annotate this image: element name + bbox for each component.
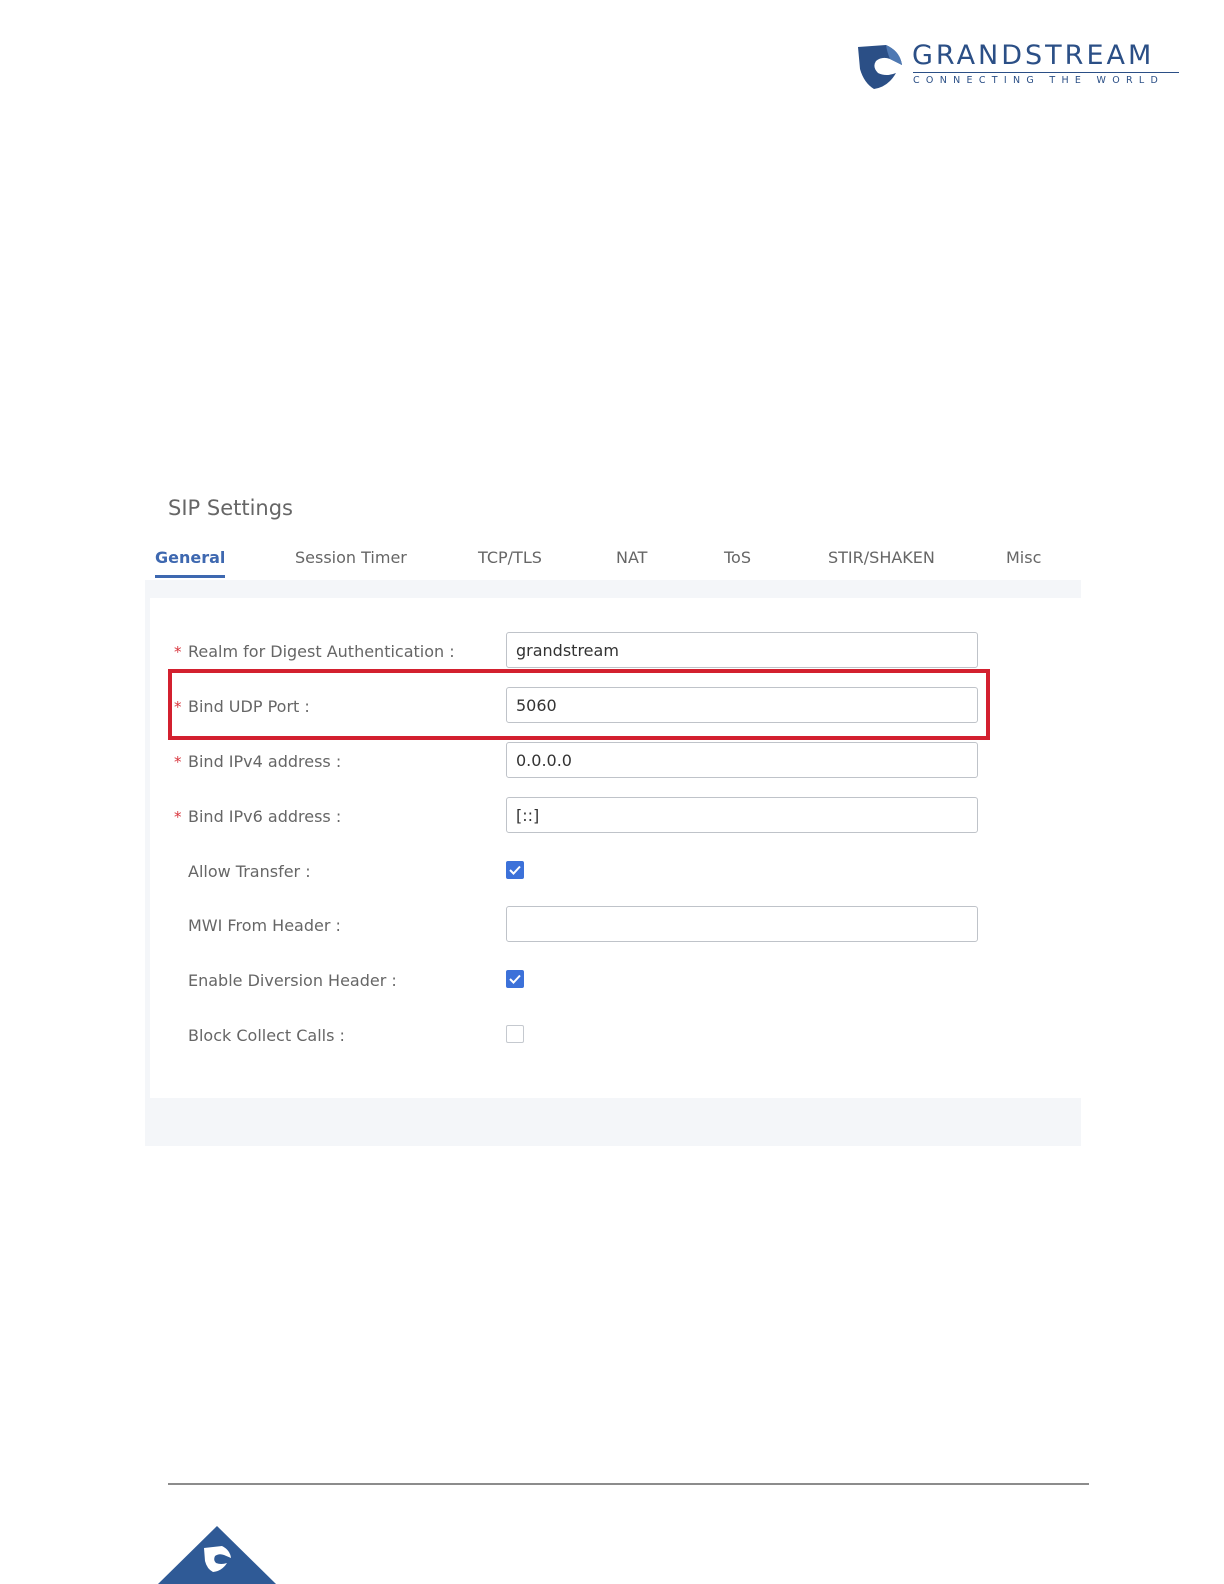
block-collect-calls-label: Block Collect Calls : [188,1026,345,1045]
mwi-from-header-label: MWI From Header : [188,916,341,935]
block-collect-calls-row: Block Collect Calls : [150,1016,1081,1056]
required-marker: * [174,808,182,826]
allow-transfer-checkbox[interactable] [506,861,524,879]
mwi-from-header-row: MWI From Header : [150,906,1081,946]
bind-ipv6-input[interactable]: [::] [506,797,978,833]
bind-ipv6-row: * Bind IPv6 address : [::] [150,797,1081,837]
page-title: SIP Settings [168,496,293,520]
mwi-from-header-input[interactable] [506,906,978,942]
footer-divider [168,1483,1089,1485]
grandstream-logo-icon [858,45,902,89]
bind-ipv4-row: * Bind IPv4 address : 0.0.0.0 [150,742,1081,782]
footer-logo-icon [158,1526,276,1584]
allow-transfer-label: Allow Transfer : [188,862,311,881]
tab-stir-shaken[interactable]: STIR/SHAKEN [828,548,935,567]
tab-tos[interactable]: ToS [724,548,751,567]
required-marker: * [174,643,182,661]
highlight-box [168,669,990,740]
realm-label: Realm for Digest Authentication : [188,642,455,661]
required-marker: * [174,753,182,771]
allow-transfer-row: Allow Transfer : [150,852,1081,892]
tab-session-timer[interactable]: Session Timer [295,548,407,567]
settings-tabs: General Session Timer TCP/TLS NAT ToS ST… [145,540,1081,582]
bind-ipv4-label: Bind IPv4 address : [188,752,342,771]
bind-ipv4-input[interactable]: 0.0.0.0 [506,742,978,778]
realm-input[interactable]: grandstream [506,632,978,668]
checkmark-icon [509,974,521,984]
enable-diversion-header-checkbox[interactable] [506,970,524,988]
bind-ipv6-label: Bind IPv6 address : [188,807,342,826]
tab-general[interactable]: General [155,548,226,578]
brand-tagline: CONNECTING THE WORLD [913,75,1165,86]
enable-diversion-header-label: Enable Diversion Header : [188,971,397,990]
checkmark-icon [509,865,521,875]
brand-name: GRANDSTREAM [912,40,1155,71]
block-collect-calls-checkbox[interactable] [506,1025,524,1043]
tab-misc[interactable]: Misc [1006,548,1041,567]
grandstream-logo: GRANDSTREAM CONNECTING THE WORLD [856,40,1186,96]
tab-nat[interactable]: NAT [616,548,647,567]
tagline-divider [913,72,1179,73]
settings-panel: * Realm for Digest Authentication : gran… [145,580,1081,1146]
realm-row: * Realm for Digest Authentication : gran… [150,632,1081,672]
enable-diversion-header-row: Enable Diversion Header : [150,961,1081,1001]
tab-tcp-tls[interactable]: TCP/TLS [478,548,542,567]
